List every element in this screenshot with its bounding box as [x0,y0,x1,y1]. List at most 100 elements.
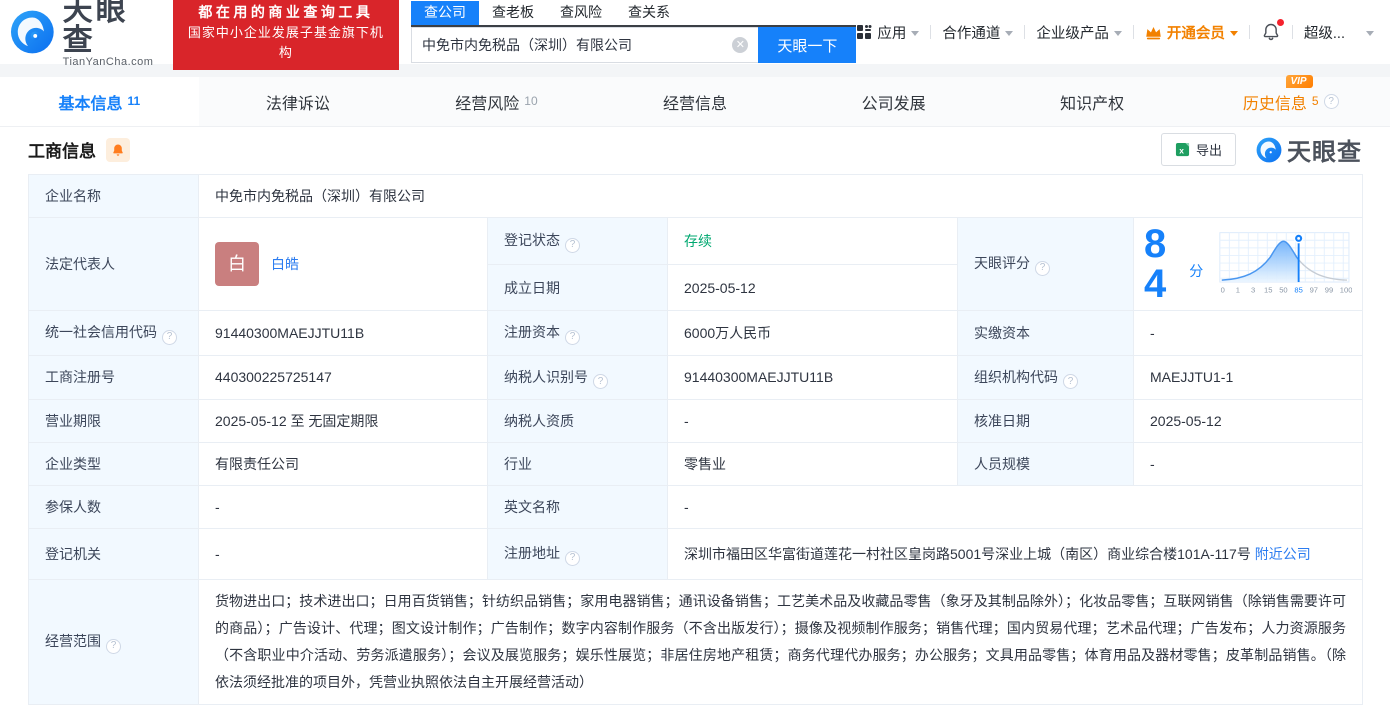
monitor-bell-button[interactable] [106,137,130,162]
tab-count: 5 [1311,93,1319,108]
tab-label: 法律诉讼 [265,95,330,113]
tianyancha-logo[interactable]: 天眼查 TianYanCha.com [10,0,159,68]
field-label: 核准日期 [957,399,1134,443]
taxpayer-quality-value: - [667,399,958,443]
help-icon[interactable]: ? [565,550,580,566]
nav-divider [930,25,932,39]
tianyancha-swirl-icon [1256,137,1282,162]
clear-search-icon[interactable]: ✕ [732,37,749,53]
chevron-down-icon [1366,30,1374,36]
field-label: 英文名称 [487,485,668,529]
notifications-bell[interactable] [1261,19,1284,42]
business-term-value: 2025-05-12 至 无固定期限 [198,399,488,443]
nearby-companies-link[interactable]: 附近公司 [1255,546,1311,562]
crown-icon [1146,26,1161,39]
notification-dot [1276,19,1284,26]
field-label: 纳税人资质 [487,399,668,443]
field-label: 纳税人识别号? [487,354,668,400]
nav-apps[interactable]: 应用 [856,22,920,43]
help-icon[interactable]: ? [1063,374,1078,389]
excel-icon: x [1175,142,1190,157]
field-label: 经营范围? [28,579,199,705]
table-row: 参保人数 - 英文名称 - [28,485,1364,529]
nav-divider [1291,25,1293,39]
field-label: 行业 [487,442,668,486]
tab-operation-risk[interactable]: 经营风险 10 [397,77,596,126]
insured-value: - [198,485,488,529]
bell-icon [113,143,123,156]
search-tab-boss[interactable]: 查老板 [479,1,547,25]
tab-count: 11 [127,93,141,108]
tab-intellectual-property[interactable]: 知识产权 [993,77,1192,126]
reg-number-value: 440300225725147 [198,354,488,400]
reg-authority-value: - [198,528,488,580]
nav-enterprise[interactable]: 企业级产品 [1036,22,1122,43]
banner-line1: 都在用的商业查询工具 [198,3,374,20]
search-tabs: 查公司 查老板 查风险 查关系 [411,1,857,27]
field-label: 参保人数 [28,485,199,529]
tab-history-info[interactable]: VIP 历史信息 5 ? [1191,74,1390,126]
tab-basic-info[interactable]: 基本信息 11 [0,77,199,126]
help-icon[interactable]: ? [106,638,121,654]
nav-partner-label: 合作通道 [942,25,1001,42]
field-label: 成立日期 [487,264,668,311]
avatar[interactable]: 白 [215,242,259,286]
legal-rep-link[interactable]: 白皓 [271,253,299,275]
svg-text:99: 99 [1325,285,1333,294]
tab-label: 历史信息 [1242,95,1307,113]
search-button[interactable]: 天眼一下 [758,27,857,63]
field-label: 人员规模 [957,442,1134,486]
tab-legal-litigation[interactable]: 法律诉讼 [199,77,398,126]
table-row: 工商注册号 440300225725147 纳税人识别号? 91440300MA… [28,354,1364,400]
help-icon[interactable]: ? [162,329,177,345]
field-label: 统一社会信用代码? [28,310,199,356]
approve-date-value: 2025-05-12 [1132,399,1364,443]
field-label: 企业类型 [28,442,199,486]
nav-enterprise-label: 企业级产品 [1036,25,1109,42]
industry-value: 零售业 [667,442,958,486]
search-tab-company[interactable]: 查公司 [411,1,480,25]
company-tabbar: 基本信息 11 法律诉讼 经营风险 10 经营信息 公司发展 知识产权 VIP … [0,74,1390,127]
staff-size-value: - [1132,442,1364,486]
field-label: 法定代表人 [28,217,199,311]
tab-operation-info[interactable]: 经营信息 [596,77,795,126]
search-input[interactable] [412,37,733,53]
search-tab-risk[interactable]: 查风险 [547,1,615,25]
chevron-down-icon [911,30,920,36]
nav-partner[interactable]: 合作通道 [942,22,1014,43]
section-title: 工商信息 [28,142,96,161]
help-icon[interactable]: ? [1323,94,1339,109]
tab-company-development[interactable]: 公司发展 [794,77,993,126]
table-row: 统一社会信用代码? 91440300MAEJJTU11B 注册资本? 6000万… [28,310,1364,356]
watermark-logo: 天眼查 [1256,132,1362,167]
help-icon[interactable]: ? [565,329,580,345]
english-name-value: - [666,485,1364,529]
top-header: 天眼查 TianYanCha.com 都在用的商业查询工具 国家中小企业发展子基… [0,0,1390,70]
nav-account-label: 超级... [1303,25,1345,42]
company-name-value: 中免市内免税品（深圳）有限公司 [197,174,1364,218]
nav-account[interactable]: 超级... [1304,22,1374,43]
nav-divider [1024,25,1026,39]
search-tab-relation[interactable]: 查关系 [615,1,683,25]
nav-open-vip[interactable]: 开通会员 [1145,22,1238,43]
export-button[interactable]: x 导出 [1160,133,1236,166]
help-icon[interactable]: ? [1035,260,1050,276]
legal-rep-cell: 白 白皓 [198,217,488,311]
score-cell: 84 分 0 1 3 15 50 85 97 99 100 [1132,217,1364,311]
logo-domain: TianYanCha.com [62,56,154,68]
section-actions: x 导出 天眼查 [1160,132,1362,167]
field-label: 工商注册号 [28,354,199,400]
field-label: 注册资本? [487,310,668,356]
tab-label: 经营信息 [663,95,728,113]
help-icon[interactable]: ? [593,374,608,389]
svg-text:50: 50 [1279,285,1287,294]
svg-text:85: 85 [1295,285,1303,294]
field-label: 实缴资本 [957,310,1134,356]
org-code-value: MAEJJTU1-1 [1132,354,1364,400]
table-row: 企业类型 有限责任公司 行业 零售业 人员规模 - [28,442,1364,486]
search-input-wrap: ✕ [411,27,759,63]
help-icon[interactable]: ? [565,237,580,253]
tab-label: 基本信息 [58,95,123,113]
company-type-value: 有限责任公司 [198,442,488,486]
field-label: 登记状态? [487,216,668,266]
